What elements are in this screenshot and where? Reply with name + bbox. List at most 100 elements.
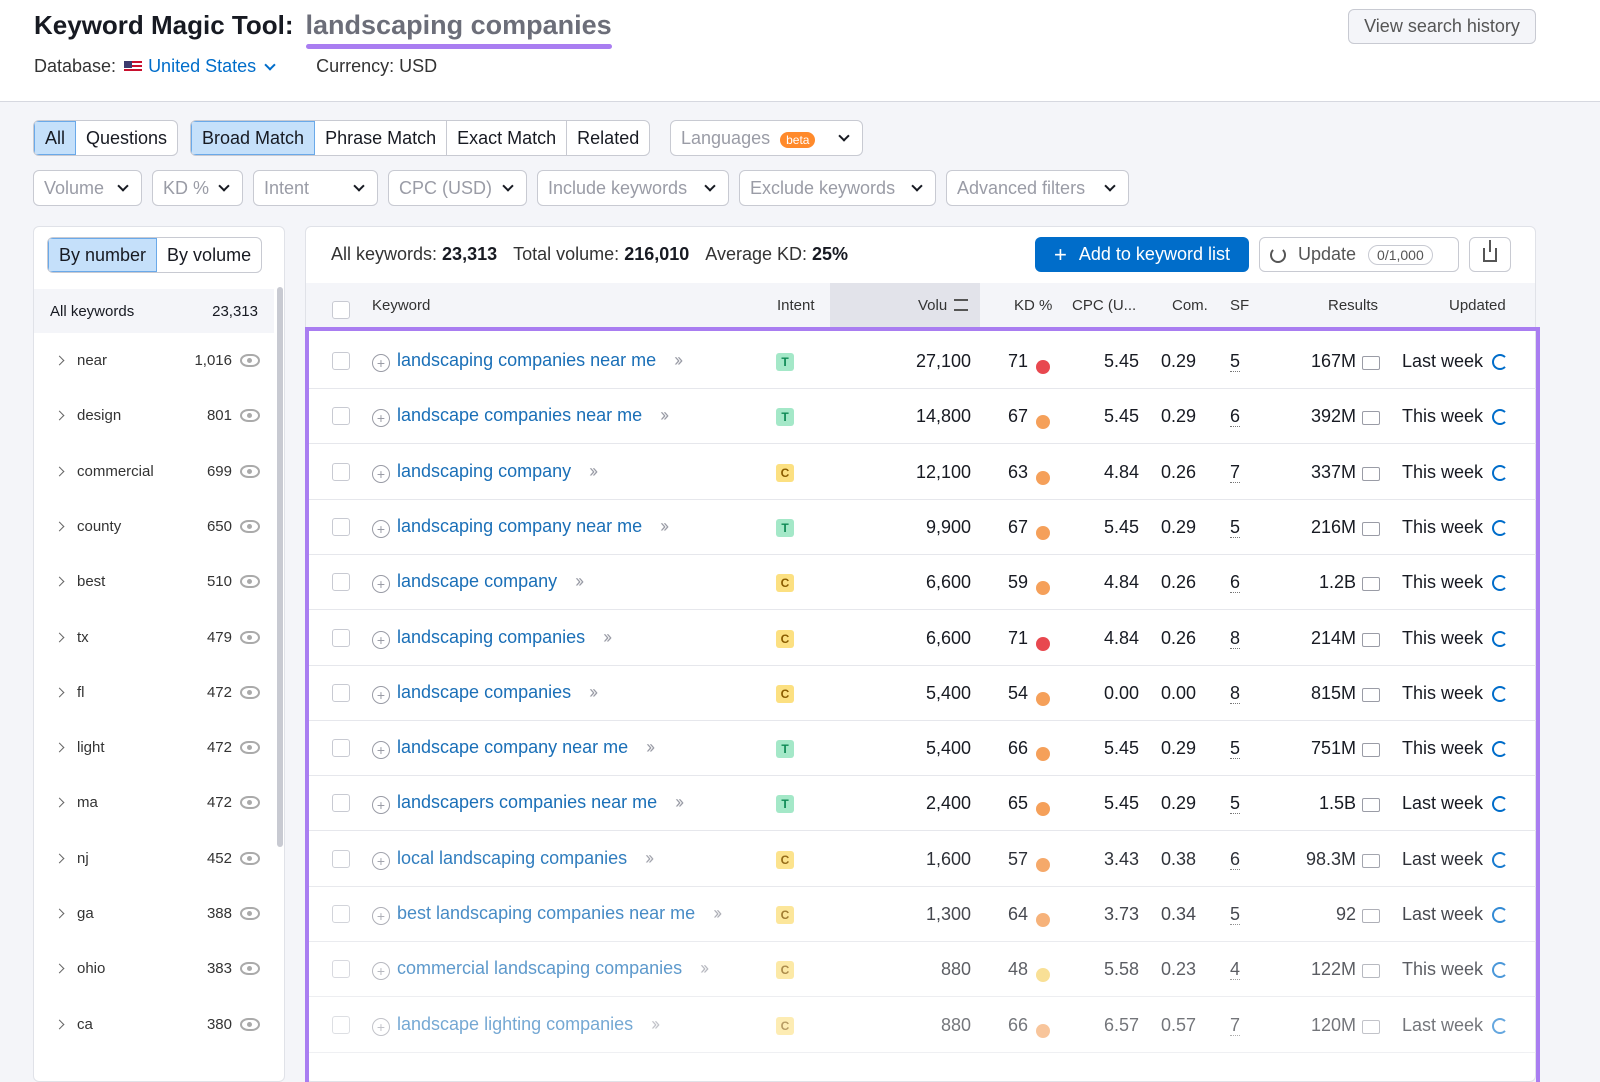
all-keywords-count: 23,313 bbox=[212, 302, 258, 320]
export-button[interactable] bbox=[1469, 237, 1511, 272]
group-item[interactable]: nj 452 bbox=[34, 831, 274, 886]
volume-filter[interactable]: Volume bbox=[33, 170, 142, 206]
chevron-down-icon bbox=[218, 180, 230, 192]
currency-label: Currency: USD bbox=[316, 56, 438, 76]
eye-icon[interactable] bbox=[240, 409, 260, 423]
chevron-right-icon[interactable] bbox=[54, 410, 65, 421]
export-icon bbox=[1483, 239, 1497, 262]
exclude-keywords-label: Exclude keywords bbox=[750, 177, 896, 198]
column-sf[interactable]: SF bbox=[1230, 297, 1249, 314]
group-item[interactable]: ga 388 bbox=[34, 886, 274, 941]
languages-dropdown[interactable]: Languages beta bbox=[670, 120, 863, 156]
plus-icon: + bbox=[1054, 241, 1067, 267]
tab-questions[interactable]: Questions bbox=[76, 121, 177, 155]
group-item[interactable]: ohio 383 bbox=[34, 941, 274, 996]
view-search-history-button[interactable]: View search history bbox=[1348, 9, 1536, 44]
select-all-checkbox[interactable] bbox=[332, 301, 350, 319]
eye-icon[interactable] bbox=[240, 464, 260, 478]
tab-all[interactable]: All bbox=[34, 121, 77, 155]
by-volume-button[interactable]: By volume bbox=[157, 238, 261, 272]
eye-icon[interactable] bbox=[240, 685, 260, 699]
by-number-button[interactable]: By number bbox=[48, 238, 158, 272]
group-item[interactable]: ca 380 bbox=[34, 997, 274, 1052]
group-count: 388 bbox=[206, 905, 232, 922]
us-flag-icon bbox=[124, 60, 143, 73]
group-item[interactable]: fl 472 bbox=[34, 665, 274, 720]
chevron-down-icon[interactable] bbox=[264, 58, 276, 71]
eye-icon[interactable] bbox=[240, 354, 260, 367]
group-count: 510 bbox=[206, 573, 232, 591]
eye-icon[interactable] bbox=[240, 907, 260, 920]
group-item[interactable]: design 801 bbox=[34, 388, 274, 443]
advanced-filters[interactable]: Advanced filters bbox=[946, 170, 1129, 206]
eye-icon[interactable] bbox=[240, 575, 260, 589]
group-count: 479 bbox=[206, 628, 232, 646]
match-type-tabs: Broad Match Phrase Match Exact Match Rel… bbox=[190, 120, 651, 156]
chevron-right-icon[interactable] bbox=[54, 687, 65, 698]
column-updated[interactable]: Updated bbox=[1449, 297, 1506, 314]
sort-icon[interactable] bbox=[954, 299, 968, 311]
group-item[interactable]: light 472 bbox=[34, 720, 274, 775]
group-item[interactable]: county 650 bbox=[34, 499, 274, 554]
chevron-right-icon[interactable] bbox=[54, 466, 65, 477]
group-sort-toggle: By number By volume bbox=[47, 237, 263, 273]
group-name: best bbox=[77, 573, 106, 591]
group-item[interactable]: best 510 bbox=[34, 554, 274, 609]
chevron-right-icon[interactable] bbox=[54, 908, 65, 919]
group-count: 472 bbox=[206, 683, 232, 701]
add-to-keyword-list-button[interactable]: + Add to keyword list bbox=[1035, 237, 1249, 272]
column-intent[interactable]: Intent bbox=[777, 297, 815, 314]
chevron-right-icon[interactable] bbox=[54, 1019, 65, 1030]
column-results[interactable]: Results bbox=[1328, 297, 1378, 314]
chevron-right-icon[interactable] bbox=[54, 576, 65, 587]
eye-icon[interactable] bbox=[240, 962, 260, 976]
kd-filter[interactable]: KD % bbox=[152, 170, 243, 206]
group-item[interactable]: tx 479 bbox=[34, 610, 274, 665]
column-cpc[interactable]: CPC (U... bbox=[1072, 297, 1136, 314]
group-item[interactable]: commercial 699 bbox=[34, 444, 274, 499]
column-kd[interactable]: KD % bbox=[1014, 297, 1052, 314]
include-keywords-filter[interactable]: Include keywords bbox=[537, 170, 729, 206]
group-name: near bbox=[77, 352, 108, 369]
tab-broad-match[interactable]: Broad Match bbox=[191, 121, 316, 155]
cpc-filter[interactable]: CPC (USD) bbox=[388, 170, 527, 206]
eye-icon[interactable] bbox=[240, 741, 260, 755]
chevron-right-icon[interactable] bbox=[54, 853, 65, 864]
update-button[interactable]: Update 0/1,000 bbox=[1259, 237, 1459, 272]
tab-exact-match[interactable]: Exact Match bbox=[447, 121, 568, 155]
group-name: ohio bbox=[77, 960, 106, 978]
intent-filter[interactable]: Intent bbox=[253, 170, 378, 206]
search-query-text: landscaping companies bbox=[305, 10, 612, 40]
all-keywords-stat: All keywords: 23,313 bbox=[331, 244, 498, 264]
all-keywords-group[interactable]: All keywords 23,313 bbox=[34, 289, 274, 333]
chevron-right-icon[interactable] bbox=[54, 963, 65, 974]
eye-icon[interactable] bbox=[240, 630, 260, 644]
column-com[interactable]: Com. bbox=[1172, 297, 1208, 314]
summary-stats: All keywords: 23,313 Total volume: 216,0… bbox=[331, 244, 848, 265]
eye-icon[interactable] bbox=[240, 851, 260, 865]
eye-icon[interactable] bbox=[240, 1017, 260, 1031]
group-item[interactable]: near 1,016 bbox=[34, 333, 274, 388]
question-toggle: All Questions bbox=[33, 120, 179, 156]
page-header: Keyword Magic Tool: landscaping companie… bbox=[0, 0, 1600, 102]
chevron-right-icon[interactable] bbox=[54, 355, 65, 366]
chevron-down-icon bbox=[911, 180, 923, 192]
group-name: county bbox=[77, 517, 122, 535]
eye-icon[interactable] bbox=[240, 796, 260, 810]
tab-related[interactable]: Related bbox=[567, 121, 649, 155]
chevron-right-icon[interactable] bbox=[54, 797, 65, 808]
column-keyword[interactable]: Keyword bbox=[372, 297, 430, 314]
total-volume-stat: Total volume: 216,010 bbox=[513, 244, 690, 264]
group-count: 472 bbox=[206, 739, 232, 757]
exclude-keywords-filter[interactable]: Exclude keywords bbox=[739, 170, 936, 206]
chevron-right-icon[interactable] bbox=[54, 742, 65, 753]
database-select[interactable]: United States bbox=[148, 56, 256, 77]
eye-icon[interactable] bbox=[240, 519, 260, 533]
tab-phrase-match[interactable]: Phrase Match bbox=[315, 121, 448, 155]
scrollbar[interactable] bbox=[277, 287, 283, 847]
group-item[interactable]: ma 472 bbox=[34, 775, 274, 830]
chevron-down-icon bbox=[353, 180, 365, 192]
column-volume[interactable]: Volu bbox=[918, 297, 947, 314]
chevron-right-icon[interactable] bbox=[54, 632, 65, 642]
chevron-right-icon[interactable] bbox=[54, 521, 65, 532]
